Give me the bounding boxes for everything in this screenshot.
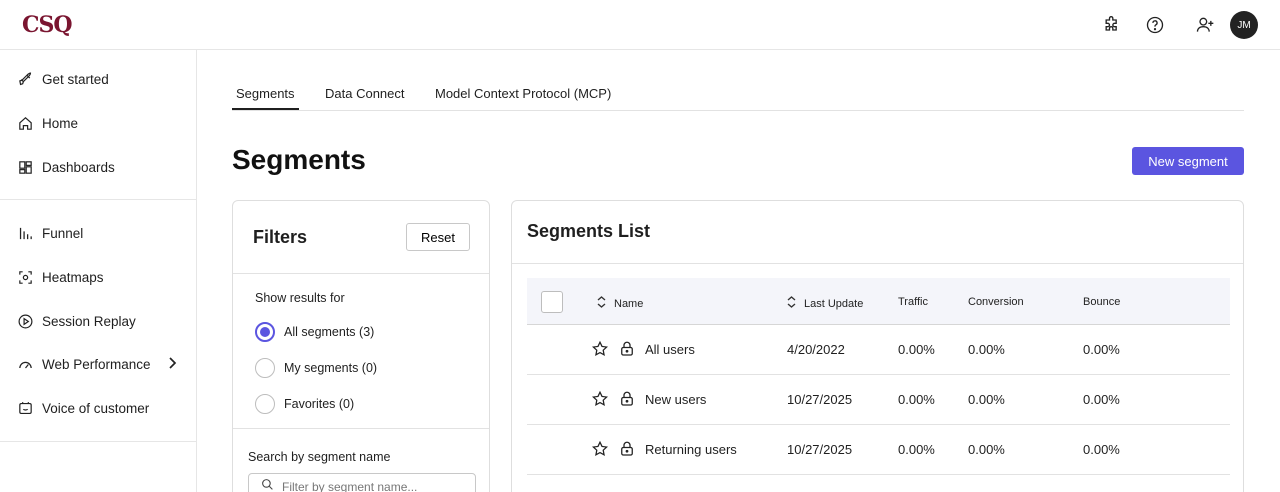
radio-all-segments[interactable]: All segments (3) <box>255 322 374 342</box>
star-icon[interactable] <box>591 440 609 458</box>
column-label: Name <box>614 297 644 310</box>
lock-icon <box>618 340 636 358</box>
feedback-icon <box>16 399 34 417</box>
column-header-name[interactable]: Name <box>597 296 643 311</box>
search-label: Search by segment name <box>248 450 391 464</box>
gauge-icon <box>16 355 34 373</box>
filters-title: Filters <box>253 227 308 247</box>
reset-button[interactable]: Reset <box>406 223 470 251</box>
play-icon <box>16 312 34 330</box>
chevron-right-icon[interactable] <box>166 356 178 373</box>
radio-button[interactable] <box>255 322 275 342</box>
sidebar-item-get-started[interactable]: Get started <box>16 65 186 93</box>
conversion-cell: 0.00% <box>968 392 1005 407</box>
sidebar: Get started Home Dashboards Funnel Heatm… <box>0 50 197 492</box>
home-icon <box>16 114 34 132</box>
tab-bar: Segments Data Connect Model Context Prot… <box>232 80 1244 111</box>
add-user-icon[interactable] <box>1193 13 1217 37</box>
table-row[interactable]: Returning users 10/27/2025 0.00% 0.00% 0… <box>527 425 1230 475</box>
traffic-cell: 0.00% <box>898 342 935 357</box>
segment-name[interactable]: Returning users <box>645 442 737 457</box>
filters-panel: Filters Reset Show results for All segme… <box>232 200 490 492</box>
logo[interactable]: CSQ <box>22 12 73 38</box>
select-all-checkbox[interactable] <box>541 291 563 313</box>
sidebar-item-voice-of-customer[interactable]: Voice of customer <box>16 394 186 422</box>
sidebar-divider <box>0 199 196 200</box>
avatar[interactable]: JM <box>1230 11 1258 39</box>
segment-name[interactable]: All users <box>645 342 695 357</box>
dashboards-icon <box>16 158 34 176</box>
column-header-traffic: Traffic <box>898 296 928 308</box>
radio-my-segments[interactable]: My segments (0) <box>255 358 377 378</box>
sidebar-item-home[interactable]: Home <box>16 109 186 137</box>
bounce-cell: 0.00% <box>1083 392 1120 407</box>
sidebar-item-label: Dashboards <box>42 159 115 175</box>
bounce-cell: 0.00% <box>1083 342 1120 357</box>
segments-list-title: Segments List <box>527 221 651 241</box>
show-results-label: Show results for <box>255 291 345 305</box>
tab-data-connect[interactable]: Data Connect <box>325 86 405 101</box>
column-label: Last Update <box>804 297 864 310</box>
rocket-icon <box>16 70 34 88</box>
table-row[interactable]: All users 4/20/2022 0.00% 0.00% 0.00% <box>527 325 1230 375</box>
radio-button[interactable] <box>255 394 275 414</box>
last-update-cell: 10/27/2025 <box>787 392 853 407</box>
lock-icon <box>618 440 636 458</box>
sidebar-item-heatmaps[interactable]: Heatmaps <box>16 263 186 291</box>
sort-icon[interactable] <box>787 296 796 311</box>
heatmaps-icon <box>16 268 34 286</box>
radio-favorites[interactable]: Favorites (0) <box>255 394 354 414</box>
last-update-cell: 4/20/2022 <box>787 342 845 357</box>
top-bar: CSQ JM <box>0 0 1280 50</box>
sidebar-divider <box>0 441 196 442</box>
traffic-cell: 0.00% <box>898 442 935 457</box>
sidebar-item-funnel[interactable]: Funnel <box>16 219 186 247</box>
conversion-cell: 0.00% <box>968 442 1005 457</box>
funnel-icon <box>16 224 34 242</box>
puzzle-icon[interactable] <box>1100 13 1124 37</box>
column-header-bounce: Bounce <box>1083 296 1121 308</box>
conversion-cell: 0.00% <box>968 342 1005 357</box>
sidebar-item-label: Voice of customer <box>42 400 150 416</box>
help-icon[interactable] <box>1143 13 1167 37</box>
segments-list-divider <box>512 263 1243 264</box>
table-header: Name Last Update Traffic Conversion Boun… <box>527 278 1230 325</box>
sidebar-item-label: Funnel <box>42 225 84 241</box>
new-segment-button[interactable]: New segment <box>1132 147 1244 175</box>
radio-label: Favorites (0) <box>284 397 355 411</box>
filters-divider <box>233 428 489 429</box>
table-row[interactable]: New users 10/27/2025 0.00% 0.00% 0.00% <box>527 375 1230 425</box>
tab-mcp[interactable]: Model Context Protocol (MCP) <box>435 86 611 101</box>
star-icon[interactable] <box>591 340 609 358</box>
star-icon[interactable] <box>591 390 609 408</box>
radio-label: My segments (0) <box>284 361 378 375</box>
sidebar-item-dashboards[interactable]: Dashboards <box>16 153 186 181</box>
segments-list-panel: Segments List Name Last Update Traffic C… <box>511 200 1244 492</box>
page-title: Segments <box>232 144 366 175</box>
bounce-cell: 0.00% <box>1083 442 1120 457</box>
radio-button[interactable] <box>255 358 275 378</box>
sidebar-item-label: Web Performance <box>42 356 151 372</box>
tab-segments[interactable]: Segments <box>232 86 299 110</box>
radio-label: All segments (3) <box>284 325 375 339</box>
filters-divider <box>233 273 489 274</box>
sidebar-item-web-performance[interactable]: Web Performance <box>16 350 186 378</box>
search-field[interactable] <box>248 473 476 492</box>
sidebar-item-label: Home <box>42 115 79 131</box>
last-update-cell: 10/27/2025 <box>787 442 853 457</box>
segment-name[interactable]: New users <box>645 392 706 407</box>
sidebar-item-label: Get started <box>42 71 109 87</box>
search-icon <box>261 478 274 492</box>
search-input[interactable] <box>282 480 462 492</box>
traffic-cell: 0.00% <box>898 392 935 407</box>
sidebar-item-label: Heatmaps <box>42 269 104 285</box>
column-header-conversion: Conversion <box>968 296 1024 308</box>
sidebar-item-session-replay[interactable]: Session Replay <box>16 307 186 335</box>
sort-icon[interactable] <box>597 296 606 311</box>
sidebar-item-label: Session Replay <box>42 313 136 329</box>
column-header-last-update[interactable]: Last Update <box>787 296 863 311</box>
lock-icon <box>618 390 636 408</box>
